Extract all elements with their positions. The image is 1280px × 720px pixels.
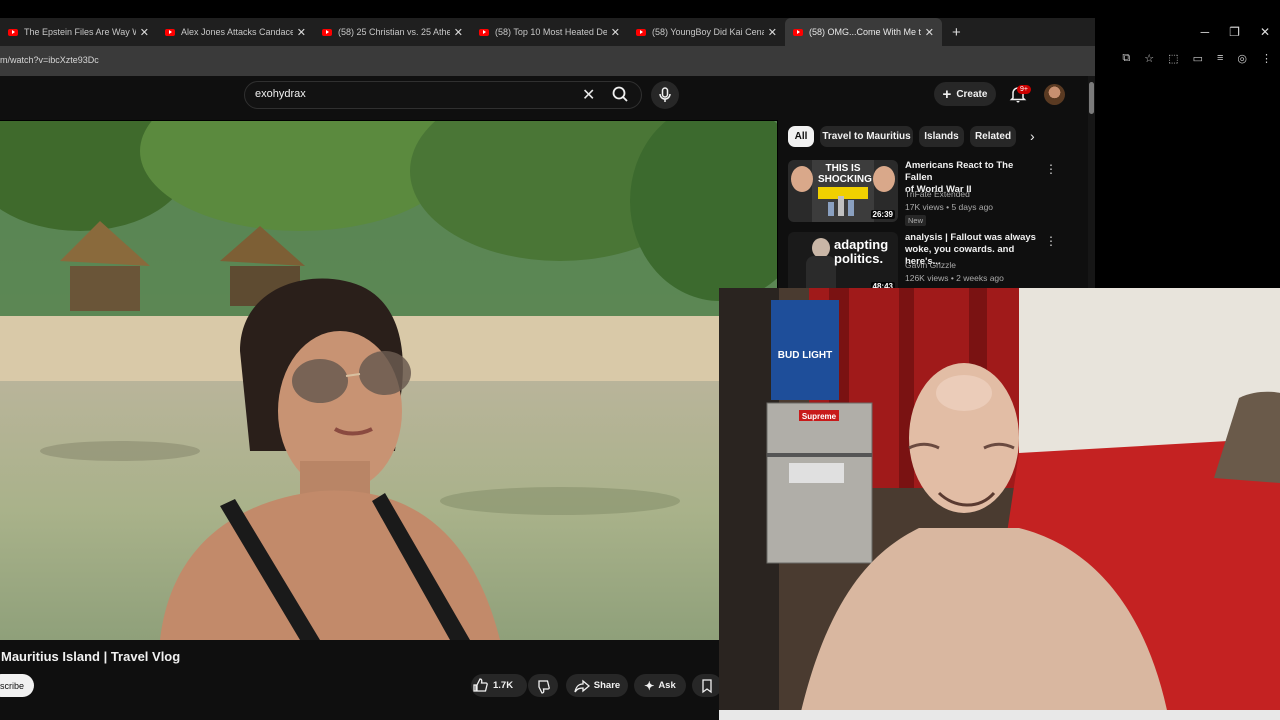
dislike-button[interactable] <box>528 674 558 697</box>
thumbnail-caption: adapting politics. <box>834 237 889 266</box>
youtube-favicon-icon <box>322 28 332 36</box>
channel-name[interactable]: Gavin Grizzle <box>905 259 956 271</box>
tab-title: (58) OMG...Come With Me to M... <box>809 27 921 37</box>
video-title: Mauritius Island | Travel Vlog <box>1 649 181 664</box>
create-label: Create <box>956 88 988 100</box>
channel-name[interactable]: TriFate Extended <box>905 188 970 200</box>
browser-tab[interactable]: (58) YoungBoy Did Kai Cenat D... ✕ <box>628 18 785 46</box>
share-arrow-icon <box>574 679 590 692</box>
tab-close-icon[interactable]: ✕ <box>611 26 620 39</box>
tab-title: (58) 25 Christian vs. 25 Atheist... <box>338 27 450 37</box>
title-line: Americans React to The Fallen <box>905 160 1014 183</box>
recommendation-thumbnail[interactable]: adapting politics. 48:43 <box>788 232 898 294</box>
extensions-icon[interactable]: ⬚ <box>1168 52 1178 65</box>
thumbnail-caption: THIS IS SHOCKING <box>818 163 872 185</box>
tab-close-icon[interactable]: ✕ <box>925 26 934 39</box>
scrollbar-thumb[interactable] <box>1089 82 1094 114</box>
youtube-favicon-icon <box>636 28 646 36</box>
browser-tab[interactable]: (58) Top 10 Most Heated Debat... ✕ <box>471 18 628 46</box>
notification-badge: 9+ <box>1017 85 1031 94</box>
tab-title: (58) Top 10 Most Heated Debat... <box>495 27 607 37</box>
more-actions-icon[interactable]: ⋮ <box>1045 162 1057 176</box>
youtube-favicon-icon <box>8 28 18 36</box>
media-icon[interactable]: ≡ <box>1217 52 1223 65</box>
sparkle-icon: ✦ <box>644 678 655 693</box>
address-bar-icons: ⧉ ☆ ⬚ ▭ ≡ ◎ ⋮ <box>1122 52 1272 65</box>
face-thumbnail-left <box>791 166 813 192</box>
face-thumbnail-right <box>873 166 895 192</box>
browser-tab-active[interactable]: (58) OMG...Come With Me to M... ✕ <box>785 18 942 46</box>
tab-close-icon[interactable]: ✕ <box>297 26 306 39</box>
webcam-frame: BUD LIGHT Supreme <box>719 288 1280 720</box>
install-icon[interactable]: ⧉ <box>1122 52 1130 65</box>
search-button[interactable] <box>606 82 642 108</box>
like-button[interactable]: 1.7K <box>471 674 527 697</box>
box-label: BUD LIGHT <box>778 350 832 361</box>
duration-badge: 26:39 <box>870 210 895 219</box>
profile-icon[interactable]: ◎ <box>1237 52 1247 65</box>
plus-icon: + <box>942 85 952 103</box>
ask-button[interactable]: ✦ Ask <box>634 674 686 697</box>
chevron-right-icon[interactable]: › <box>1030 128 1035 144</box>
video-frame <box>0 121 777 640</box>
share-label: Share <box>593 680 621 691</box>
more-actions-icon[interactable]: ⋮ <box>1045 234 1057 248</box>
chip-all[interactable]: All <box>788 126 814 147</box>
address-bar <box>0 46 1095 76</box>
tab-title: The Epstein Files Are Way Wor... <box>24 27 136 37</box>
youtube-favicon-icon <box>165 28 175 36</box>
webcam-overlay: BUD LIGHT Supreme <box>719 288 1280 720</box>
figure-head <box>812 238 830 258</box>
browser-tab[interactable]: Alex Jones Attacks Candace Ow... ✕ <box>157 18 314 46</box>
fridge-sticker: Supreme <box>802 412 837 421</box>
video-meta: 126K views • 2 weeks ago <box>905 273 1004 283</box>
video-meta: 17K views • 5 days ago <box>905 202 994 212</box>
like-count: 1.7K <box>493 680 514 691</box>
chip-travel-to-mauritius[interactable]: Travel to Mauritius <box>820 126 913 147</box>
chip-islands[interactable]: Islands <box>919 126 964 147</box>
tab-close-icon[interactable]: ✕ <box>454 26 463 39</box>
tab-title: Alex Jones Attacks Candace Ow... <box>181 27 293 37</box>
browser-tab[interactable]: (58) 25 Christian vs. 25 Atheist... ✕ <box>314 18 471 46</box>
ask-label: Ask <box>658 680 676 691</box>
browser-tab[interactable]: The Epstein Files Are Way Wor... ✕ <box>0 18 157 46</box>
subscribe-button[interactable]: scribe <box>0 674 34 697</box>
clear-search-icon[interactable]: ✕ <box>582 85 595 105</box>
tab-close-icon[interactable]: ✕ <box>140 26 149 39</box>
tab-title: (58) YoungBoy Did Kai Cenat D... <box>652 27 764 37</box>
new-tab-icon[interactable]: + <box>952 24 961 41</box>
account-avatar[interactable] <box>1044 84 1065 105</box>
youtube-favicon-icon <box>793 28 803 36</box>
window-controls: ─ ❐ ✕ <box>1201 18 1280 46</box>
minimize-icon[interactable]: ─ <box>1201 25 1210 39</box>
create-button[interactable]: + Create <box>934 82 996 106</box>
microphone-icon <box>659 87 671 102</box>
thumbs-down-icon <box>538 679 550 694</box>
thumbs-up-icon <box>473 677 488 692</box>
bookmark-icon <box>702 678 712 693</box>
share-button[interactable]: Share <box>566 674 628 697</box>
bookmark-star-icon[interactable]: ☆ <box>1144 52 1154 65</box>
menu-kebab-icon[interactable]: ⋮ <box>1261 52 1272 65</box>
tab-close-icon[interactable]: ✕ <box>768 26 777 39</box>
save-button[interactable] <box>692 674 722 697</box>
youtube-favicon-icon <box>479 28 489 36</box>
cast-icon[interactable]: ▭ <box>1193 52 1203 65</box>
video-player[interactable] <box>0 121 777 640</box>
new-badge: New <box>905 215 927 226</box>
search-query-text[interactable]: exohydrax <box>255 88 306 100</box>
voice-search-button[interactable] <box>651 81 679 109</box>
url-text[interactable]: m/watch?v=ibcXzte93Dc <box>0 52 99 68</box>
search-icon <box>612 86 628 102</box>
recommendation-thumbnail[interactable]: THIS IS SHOCKING 26:39 <box>788 160 898 222</box>
title-line: analysis | Fallout was always <box>905 232 1036 243</box>
close-window-icon[interactable]: ✕ <box>1260 25 1270 39</box>
chip-related[interactable]: Related <box>970 126 1016 147</box>
restore-icon[interactable]: ❐ <box>1229 25 1240 39</box>
browser-tab-strip: The Epstein Files Are Way Wor... ✕ Alex J… <box>0 18 1095 46</box>
